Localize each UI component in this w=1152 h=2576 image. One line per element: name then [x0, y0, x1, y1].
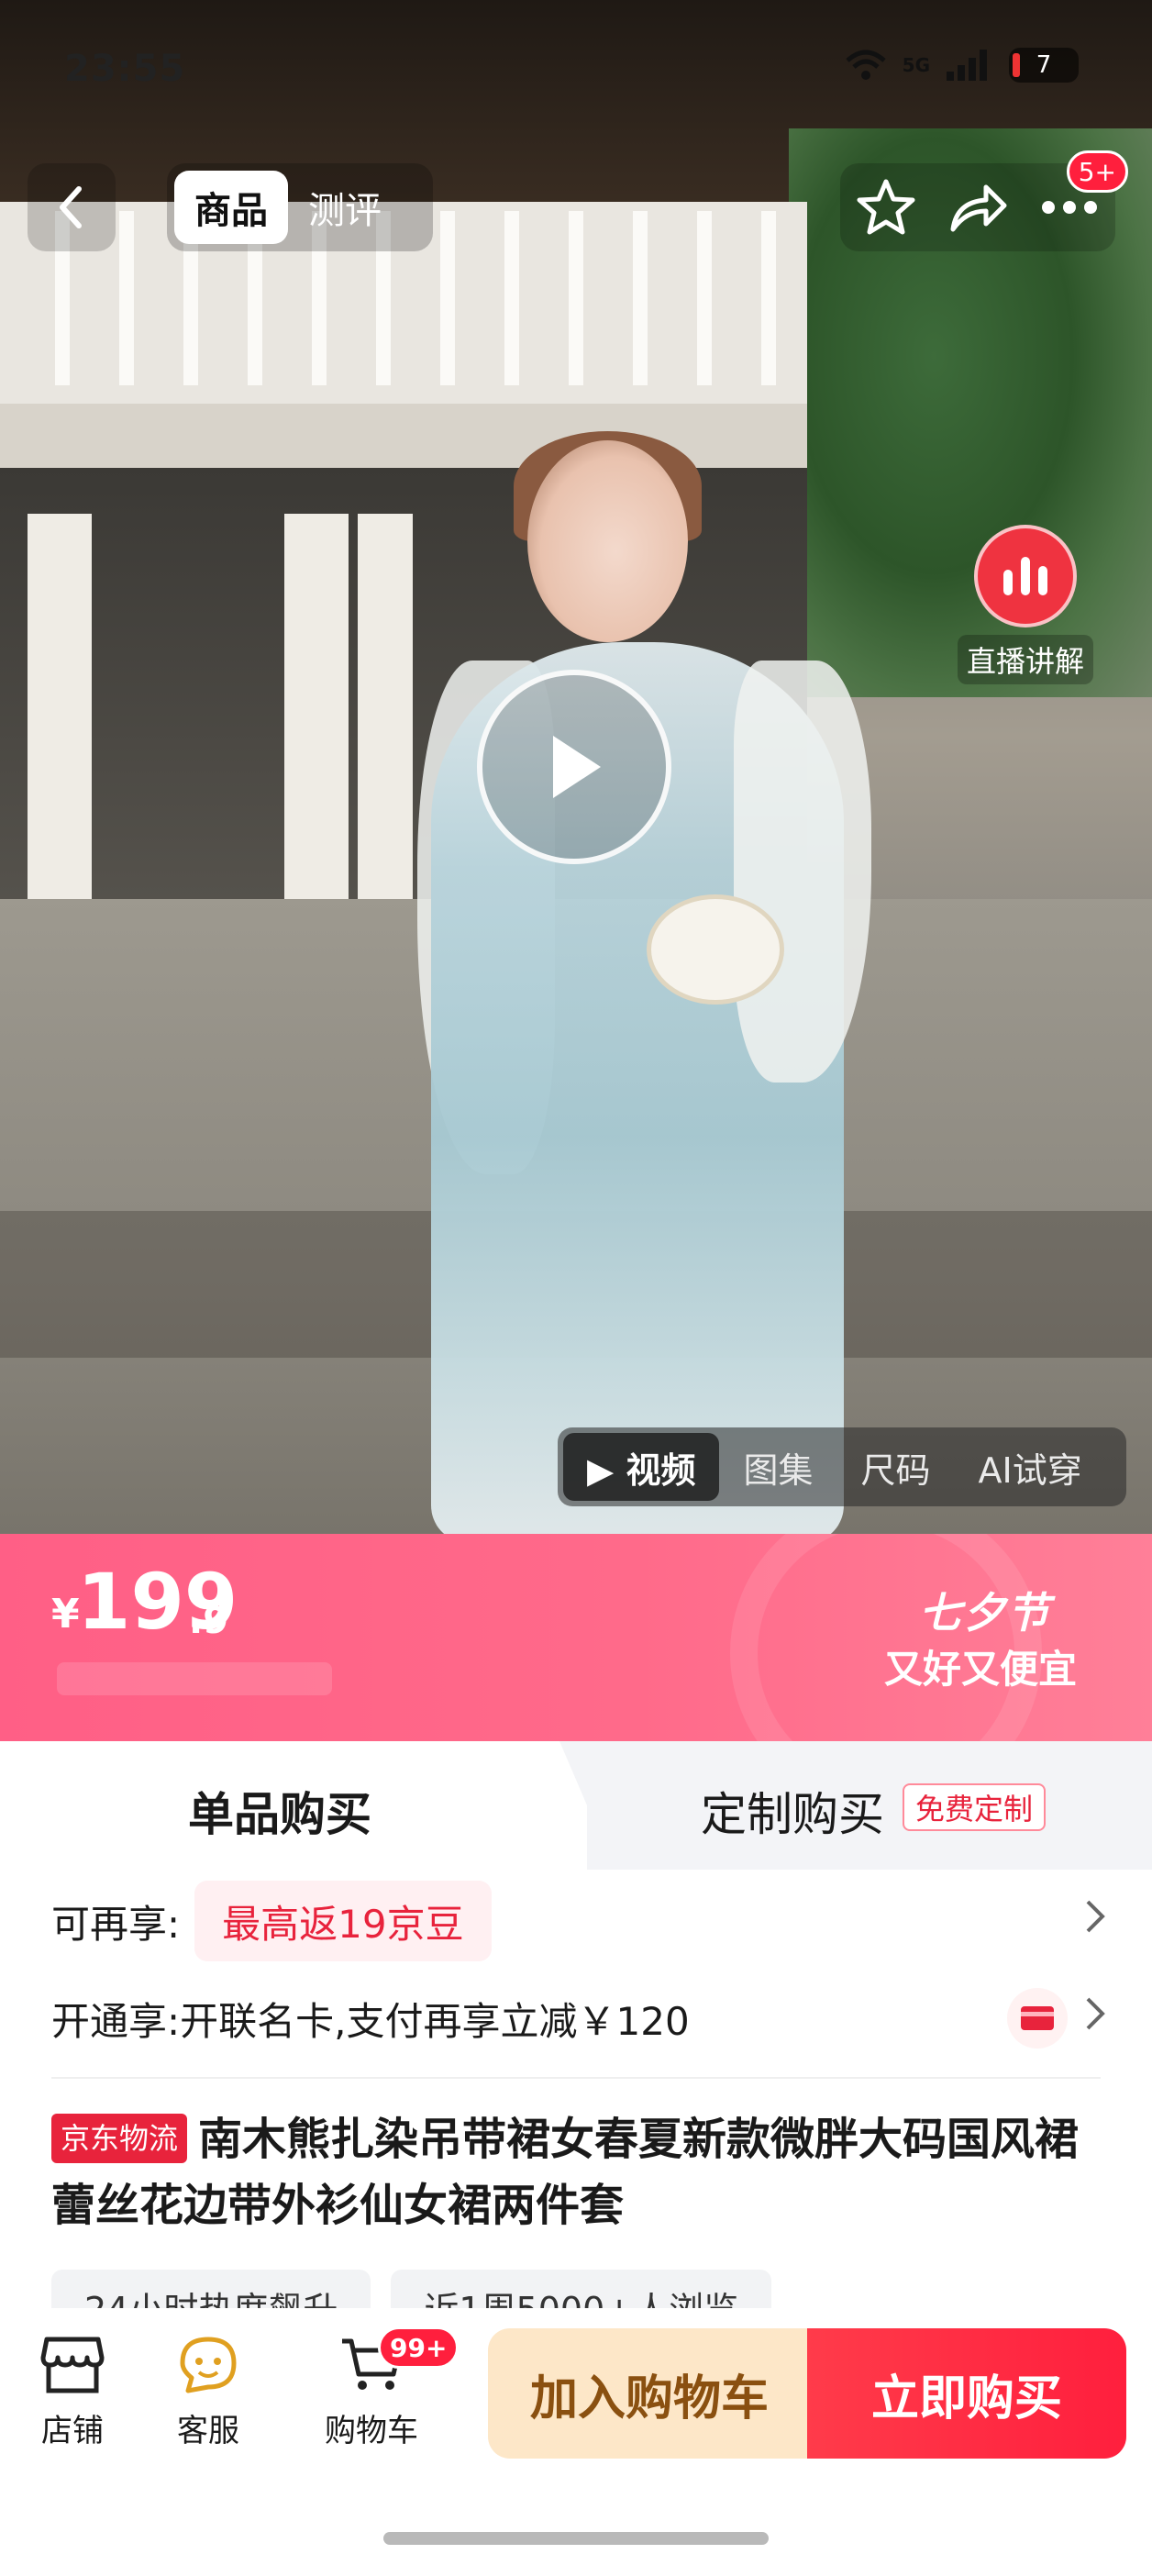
play-video-button[interactable] [477, 670, 671, 864]
media-tab-gallery[interactable]: 图集 [719, 1433, 836, 1501]
customer-service-button[interactable]: 客服 [149, 2334, 268, 2450]
product-title: 京东物流 南木熊扎染吊带裙女春夏新款微胖大码国风裙蕾丝花边带外衫仙女裙两件套 [51, 2106, 1106, 2238]
photo-rail [633, 211, 648, 385]
photo-rail [504, 211, 519, 385]
price-banner: ¥ 199 .9 七夕节 又好又便宜 [0, 1534, 1152, 1741]
bottom-action-bar: 店铺 客服 99+ 购物车 加入购物车 立即购买 [0, 2308, 1152, 2510]
live-bars-icon [1003, 557, 1047, 595]
share-button[interactable] [941, 171, 1014, 244]
top-tabs: 商品 测评 [167, 163, 433, 251]
tab-product[interactable]: 商品 [174, 171, 288, 244]
live-explain-label: 直播讲解 [957, 635, 1093, 684]
top-actions: 5+ [840, 150, 1128, 251]
star-icon [857, 179, 915, 235]
free-custom-tag: 免费定制 [903, 1783, 1047, 1831]
cart-count-badge: 99+ [378, 2326, 460, 2369]
chevron-right-icon [1084, 1898, 1106, 1944]
tab-custom-purchase[interactable]: 定制购买 [701, 1778, 884, 1844]
photo-pillar [358, 514, 413, 917]
store-button[interactable]: 店铺 [13, 2334, 132, 2450]
photo-model-sleeve [734, 661, 871, 1083]
play-icon [553, 736, 601, 798]
tab-single-purchase[interactable]: 单品购买 [188, 1778, 371, 1844]
add-to-cart-button[interactable]: 加入购物车 [488, 2328, 811, 2459]
message-badge: 5+ [1066, 150, 1128, 193]
photo-pillar [284, 514, 349, 917]
status-time: 23:55 [64, 48, 186, 90]
photo-rail [569, 211, 583, 385]
purchase-tabs: 单品购买 定制购买 免费定制 [0, 1741, 1152, 1870]
photo-rail [440, 211, 455, 385]
photo-model-face [527, 440, 688, 642]
jd-logistics-tag: 京东物流 [51, 2114, 188, 2163]
promo-subtitle: 又好又便宜 [883, 1647, 1077, 1692]
price-currency: ¥ [51, 1591, 80, 1638]
signal-icon [947, 50, 987, 81]
wifi-icon [845, 50, 886, 80]
product-title-text: 南木熊扎染吊带裙女春夏新款微胖大码国风裙蕾丝花边带外衫仙女裙两件套 [51, 2114, 1080, 2231]
reward-label: 可再享: [51, 1901, 181, 1947]
status-icons: 5G 7 [845, 48, 1079, 83]
network-label: 5G [902, 54, 930, 76]
live-explain-button[interactable]: 直播讲解 [925, 525, 1126, 684]
photo-pillar [28, 514, 92, 917]
service-icon [180, 2337, 237, 2393]
share-icon [950, 184, 1007, 232]
back-button[interactable] [28, 163, 116, 251]
buy-now-button[interactable]: 立即购买 [807, 2328, 1126, 2459]
photo-rail [697, 211, 712, 385]
reward-row[interactable]: 可再享: 最高返19京豆 [51, 1877, 1106, 1965]
photo-fan [647, 894, 784, 1005]
divider [51, 2077, 1101, 2079]
more-dots-icon [1042, 201, 1097, 214]
service-label: 客服 [177, 2413, 239, 2449]
card-offer-text: 开通享:开联名卡,支付再享立减￥120 [51, 1998, 690, 2044]
more-button[interactable]: 5+ [1033, 150, 1128, 244]
photo-rail [119, 211, 134, 385]
product-detail-page: 23:55 5G 7 商品 测评 5+ 直播讲解 ▶ 视频 图集 尺码 AI试穿… [0, 0, 1152, 2576]
back-arrow-icon [60, 186, 82, 228]
card-offer-row[interactable]: 开通享:开联名卡,支付再享立减￥120 [51, 1982, 1106, 2055]
store-icon [40, 2337, 105, 2393]
live-circle [974, 525, 1077, 627]
battery-level: 7 [1036, 51, 1052, 79]
media-tab-video[interactable]: ▶ 视频 [563, 1433, 720, 1501]
media-tab-size[interactable]: 尺码 [836, 1433, 954, 1501]
home-indicator[interactable] [383, 2532, 769, 2545]
battery-indicator: 7 [1009, 48, 1079, 83]
card-icon [1007, 1988, 1068, 2049]
reward-chip: 最高返19京豆 [194, 1881, 492, 1961]
chevron-right-icon [1084, 1995, 1106, 2041]
media-tabs: ▶ 视频 图集 尺码 AI试穿 [558, 1427, 1126, 1506]
media-tab-ai-tryon[interactable]: AI试穿 [955, 1433, 1106, 1501]
price-subline-placeholder [57, 1662, 332, 1695]
store-label: 店铺 [41, 2413, 104, 2449]
price-decimal: .9 [189, 1600, 229, 1642]
favorite-button[interactable] [849, 171, 923, 244]
cart-button[interactable]: 99+ 购物车 [312, 2326, 460, 2450]
photo-rail [761, 211, 776, 385]
cart-label: 购物车 [325, 2413, 418, 2449]
tab-review[interactable]: 测评 [288, 171, 402, 244]
promo-title: 七夕节 [919, 1588, 1051, 1638]
